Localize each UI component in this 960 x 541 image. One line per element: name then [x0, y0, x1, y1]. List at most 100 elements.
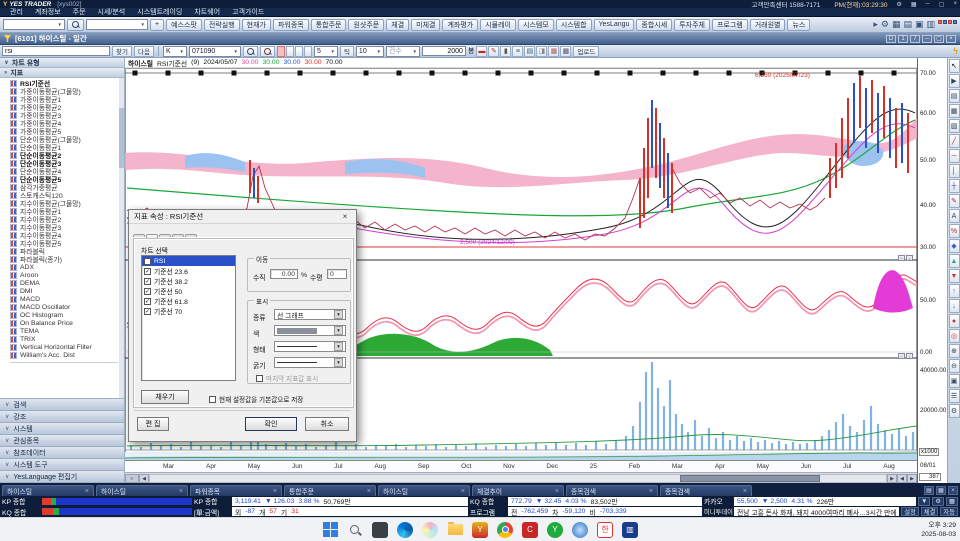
kq-index-field[interactable]: 772.79 ▼ 32.45 4.03 % 83,502만 — [508, 497, 702, 506]
symbol-combo[interactable] — [3, 19, 65, 30]
search-button[interactable] — [67, 19, 84, 31]
menu-item[interactable]: 계좌정보 — [35, 7, 61, 17]
tab-close-icon[interactable]: × — [743, 488, 747, 495]
chart-tool-icon[interactable]: ⚙ — [949, 404, 960, 418]
lightning-icon[interactable]: ϟ — [953, 46, 958, 56]
tab-close-icon[interactable]: × — [649, 488, 653, 495]
dialog-titlebar[interactable]: 지표 속성 : RSI기준선 × — [129, 210, 356, 224]
chart-tool-icon[interactable]: ● — [949, 314, 960, 328]
toolbar-button[interactable]: YesLangu — [594, 19, 635, 31]
ok-button[interactable]: 확인 — [245, 417, 297, 431]
chart-tool-icon[interactable]: ◎ — [949, 329, 960, 343]
toolbar-button[interactable]: 종합시세 — [636, 19, 672, 31]
toolbar-button[interactable]: 미체결 — [411, 19, 440, 31]
kind-combo[interactable]: 선 그래프▼ — [274, 309, 346, 320]
vertical-input[interactable] — [270, 269, 298, 279]
next-button[interactable]: 다음 — [134, 46, 154, 57]
tabbar-icon[interactable]: ▤ — [924, 486, 934, 495]
toolbar-button[interactable]: 시스템모 — [518, 19, 554, 31]
chart-type-icon[interactable]: ▩ — [560, 46, 571, 57]
scrollbar-thumb[interactable] — [680, 475, 820, 482]
sidebar-section[interactable]: 관심종목 — [0, 435, 124, 447]
indicator-tree-item[interactable]: DEMA — [10, 279, 124, 287]
chart-tool-icon[interactable]: ╱ — [949, 134, 960, 148]
chart-tool-icon[interactable]: ▣ — [949, 374, 960, 388]
chart-tool-icon[interactable]: ✎ — [949, 194, 960, 208]
window-maximize-icon[interactable]: ▢ — [934, 35, 944, 43]
news-ticker[interactable]: 전남 고흥 돈사 화재, 돼지 4000여마리 폐사…3시간 만에 진압 — [734, 507, 899, 516]
edit-button[interactable]: 편 집 — [137, 417, 169, 431]
checkbox-icon[interactable] — [144, 288, 151, 295]
chrome-icon[interactable] — [497, 522, 513, 538]
gear-icon[interactable]: ⚙ — [896, 1, 901, 8]
globe-icon[interactable] — [572, 522, 588, 538]
sidebar-section[interactable]: 시스템 — [0, 423, 124, 435]
market-combo[interactable]: K — [163, 46, 187, 57]
taskbar-clock[interactable]: 오후 3:29 2025-08-03 — [921, 521, 956, 539]
checkbox-icon[interactable] — [144, 258, 151, 265]
sidebar-section[interactable]: 강조 — [0, 411, 124, 423]
indicator-properties-dialog[interactable]: 지표 속성 : RSI기준선 × 차트 선택 RSI 기준선 23.6 기준선 … — [128, 209, 357, 442]
edge-icon[interactable] — [397, 522, 413, 538]
menu-item[interactable]: 고객가이드 — [232, 7, 264, 17]
toolbar-button[interactable]: 전략실행 — [204, 19, 240, 31]
add-button[interactable]: + — [150, 19, 164, 31]
chart-tool-icon[interactable]: ↑ — [949, 284, 960, 298]
taskview-icon[interactable] — [372, 522, 388, 538]
tab-close-icon[interactable]: × — [273, 488, 277, 495]
bar-count-input[interactable] — [422, 46, 466, 56]
series-list-item[interactable]: RSI — [142, 256, 235, 266]
toolbar-button[interactable]: 통합주문 — [311, 19, 347, 31]
series-listbox[interactable]: RSI 기준선 23.6 기준선 38.2 기준선 50 기준선 61.8 기준… — [141, 255, 236, 381]
color-combo[interactable]: ▼ — [274, 325, 346, 336]
window-ctrl-7[interactable]: 7 — [910, 35, 920, 43]
chart-tool-icon[interactable]: ⊖ — [949, 359, 960, 373]
screen-combo[interactable] — [86, 19, 148, 30]
chart-type-icon[interactable]: ▦ — [548, 46, 559, 57]
toolbar-button[interactable]: 체결 — [386, 19, 409, 31]
investor-field[interactable]: 외-87 개57 기31 — [232, 507, 468, 516]
menu-item[interactable]: 주문 — [73, 7, 86, 17]
status-button[interactable]: 설정 — [901, 507, 919, 516]
bottom-tab[interactable]: 종목검색 × — [660, 485, 752, 496]
bottom-tab[interactable]: 하이스틸 × — [96, 485, 188, 496]
toolbar-button[interactable]: 예스스팟 — [166, 19, 202, 31]
indicator-tree-item[interactable]: On Balance Price — [10, 319, 124, 327]
code-search-button[interactable] — [243, 46, 258, 57]
chart-tool-icon[interactable]: A — [949, 209, 960, 223]
menu-item[interactable]: 차트쉐어 — [194, 7, 220, 17]
tree-scrollbar[interactable] — [119, 78, 124, 398]
dialog-tab[interactable] — [172, 234, 184, 237]
scroll-grip-icon[interactable]: ≡ — [125, 474, 139, 483]
chart-tool-icon[interactable]: ↓ — [949, 299, 960, 313]
chart-tool-icon[interactable]: ↖ — [949, 59, 960, 73]
indicator-tree-item[interactable]: William's Acc. Dist — [10, 351, 124, 359]
toolbar-button[interactable]: 시뮬레이 — [480, 19, 516, 31]
app-chart-icon[interactable]: ▥ — [622, 522, 638, 538]
checkbox-icon[interactable] — [144, 308, 151, 315]
series-list-item[interactable]: 기준선 50 — [142, 286, 235, 296]
status-button[interactable]: 자동 — [940, 507, 958, 516]
chevron-down-icon[interactable]: ▼ — [334, 326, 343, 335]
window-minimize-icon[interactable]: ─ — [922, 35, 932, 43]
toolbar-button[interactable]: 시스템합 — [556, 19, 592, 31]
bottom-tab[interactable]: 체결추이 × — [472, 485, 564, 496]
indicator-tree-item[interactable]: TRIX — [10, 335, 124, 343]
indicator-tree-item[interactable]: TEMA — [10, 327, 124, 335]
toolbar-button[interactable]: 계좌평가 — [442, 19, 478, 31]
close-icon[interactable]: × — [953, 1, 957, 7]
chart-tool-icon[interactable]: ┼ — [949, 179, 960, 193]
horizontal-scrollbar[interactable]: ≡ ◀ ▶ ◀ ▶ — [125, 472, 917, 483]
series-list-item[interactable]: 기준선 38.2 — [142, 276, 235, 286]
toolbar-button[interactable]: 거래원별 — [750, 19, 786, 31]
sidebar-section[interactable]: 참조데이터 — [0, 447, 124, 459]
bottom-tab[interactable]: 종목검색 × — [566, 485, 658, 496]
menu-item[interactable]: 시스템트레이딩 — [137, 7, 182, 17]
tick-button[interactable]: 틱 — [340, 46, 354, 57]
dialog-tab[interactable] — [159, 234, 171, 237]
toolbar-button[interactable]: 뉴스 — [787, 19, 810, 31]
sidebar-section-chart-type[interactable]: 차트 유형 — [0, 58, 124, 68]
width-combo[interactable]: ▼ — [274, 357, 346, 368]
window-ctrl-1[interactable]: 1 — [898, 35, 908, 43]
indicator-tree-item[interactable]: 파라볼릭(종가) — [10, 255, 124, 263]
